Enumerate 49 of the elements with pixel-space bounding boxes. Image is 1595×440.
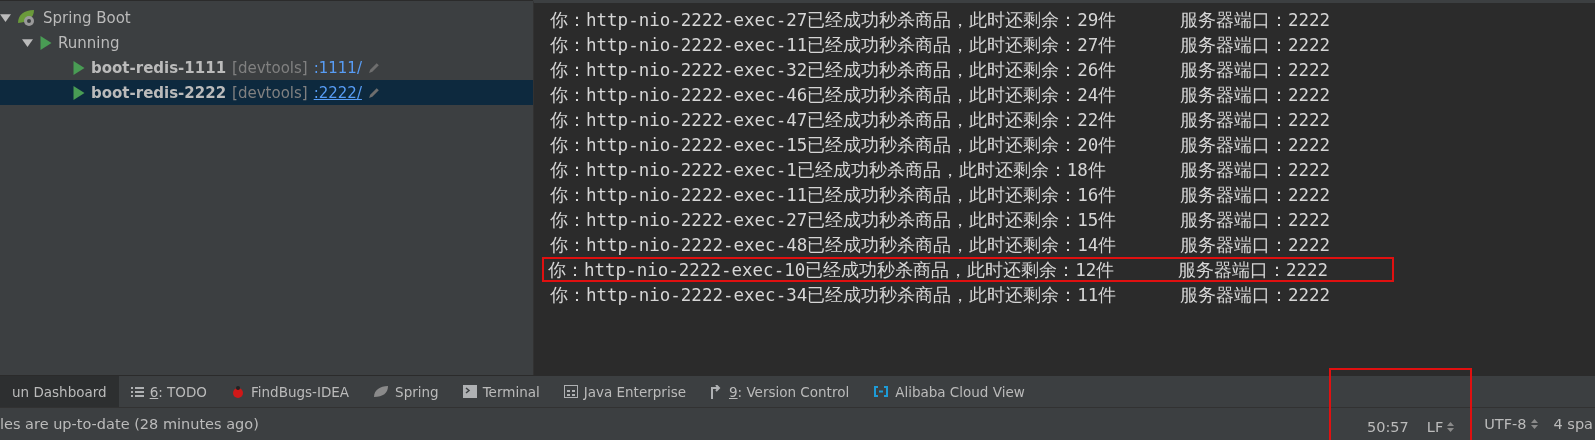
status-item[interactable]: LF bbox=[1426, 419, 1455, 435]
console-line: 你：http-nio-2222-exec-46已经成功秒杀商品，此时还剩余：24件 服务器端口：2222 bbox=[550, 83, 1331, 107]
tool-tab[interactable]: 6: TODO bbox=[118, 376, 219, 407]
bug-icon bbox=[231, 384, 245, 399]
tool-tab[interactable]: un Dashboard bbox=[0, 376, 119, 407]
status-message: les are up-to-date (28 minutes ago) bbox=[0, 416, 260, 432]
console-line: 你：http-nio-2222-exec-27已经成功秒杀商品，此时还剩余：29件 服务器端口：2222 bbox=[550, 8, 1331, 32]
leaf-icon bbox=[373, 385, 390, 398]
app-name: boot-redis-1111 bbox=[91, 58, 227, 77]
tree-label[interactable]: Spring Boot bbox=[43, 8, 131, 27]
tool-tab[interactable]: Terminal bbox=[450, 376, 552, 407]
tag-label: [devtools] bbox=[232, 58, 308, 77]
port-link[interactable]: :1111/ bbox=[313, 58, 362, 77]
console-line: 你：http-nio-2222-exec-1已经成功秒杀商品，此时还剩余：18件 服务器端口：2222 bbox=[550, 158, 1331, 182]
run-config-row[interactable]: boot-redis-1111 [devtools] :1111/ bbox=[0, 55, 533, 80]
console-line: 你：http-nio-2222-exec-48已经成功秒杀商品，此时还剩余：14件 服务器端口：2222 bbox=[550, 233, 1331, 257]
terminal-icon bbox=[462, 385, 477, 398]
console-line: 你：http-nio-2222-exec-11已经成功秒杀商品，此时还剩余：16件 服务器端口：2222 bbox=[550, 183, 1331, 207]
console-line: 你：http-nio-2222-exec-47已经成功秒杀商品，此时还剩余：22件 服务器端口：2222 bbox=[550, 108, 1331, 132]
expand-arrow-icon[interactable] bbox=[22, 37, 33, 48]
console-line: 你：http-nio-2222-exec-11已经成功秒杀商品，此时还剩余：27件 服务器端口：2222 bbox=[550, 33, 1331, 57]
run-config-row[interactable]: boot-redis-2222 [devtools] :2222/ bbox=[0, 80, 533, 105]
port-link[interactable]: :2222/ bbox=[313, 83, 362, 102]
tool-tab[interactable]: 9: Version Control bbox=[698, 376, 862, 407]
console-line: 你：http-nio-2222-exec-27已经成功秒杀商品，此时还剩余：15件 服务器端口：2222 bbox=[550, 208, 1331, 232]
play-icon bbox=[72, 60, 85, 75]
tool-tab[interactable]: FindBugs-IDEA bbox=[219, 376, 362, 407]
console-line: 你：http-nio-2222-exec-10已经成功秒杀商品，此时还剩余：12件 服务器端口：2222 bbox=[548, 258, 1329, 282]
leaf-gear-icon bbox=[17, 8, 37, 27]
cloud-icon bbox=[873, 386, 890, 397]
pencil-icon[interactable] bbox=[367, 86, 381, 99]
play-icon bbox=[72, 85, 85, 100]
status-item[interactable]: UTF-8 bbox=[1484, 416, 1538, 432]
tree-label[interactable]: Running bbox=[58, 33, 120, 52]
tool-tab[interactable]: Spring bbox=[361, 376, 451, 407]
console-line: 你：http-nio-2222-exec-15已经成功秒杀商品，此时还剩余：20件 服务器端口：2222 bbox=[550, 133, 1331, 157]
tag-label: [devtools] bbox=[232, 83, 308, 102]
grid-icon bbox=[563, 385, 578, 398]
tool-tab[interactable]: Java Enterprise bbox=[551, 376, 698, 407]
tool-tab[interactable]: Alibaba Cloud View bbox=[861, 376, 1037, 407]
expand-arrow-icon[interactable] bbox=[0, 12, 11, 23]
play-icon bbox=[39, 35, 52, 50]
status-item[interactable]: 50:57 bbox=[1367, 419, 1409, 435]
list-icon bbox=[130, 385, 144, 398]
console-line: 你：http-nio-2222-exec-34已经成功秒杀商品，此时还剩余：11件 服务器端口：2222 bbox=[550, 283, 1331, 307]
branch-icon bbox=[710, 384, 723, 399]
status-item[interactable]: 4 spa bbox=[1553, 416, 1593, 432]
app-name: boot-redis-2222 bbox=[91, 83, 227, 102]
console-line: 你：http-nio-2222-exec-32已经成功秒杀商品，此时还剩余：26件 服务器端口：2222 bbox=[550, 58, 1331, 82]
